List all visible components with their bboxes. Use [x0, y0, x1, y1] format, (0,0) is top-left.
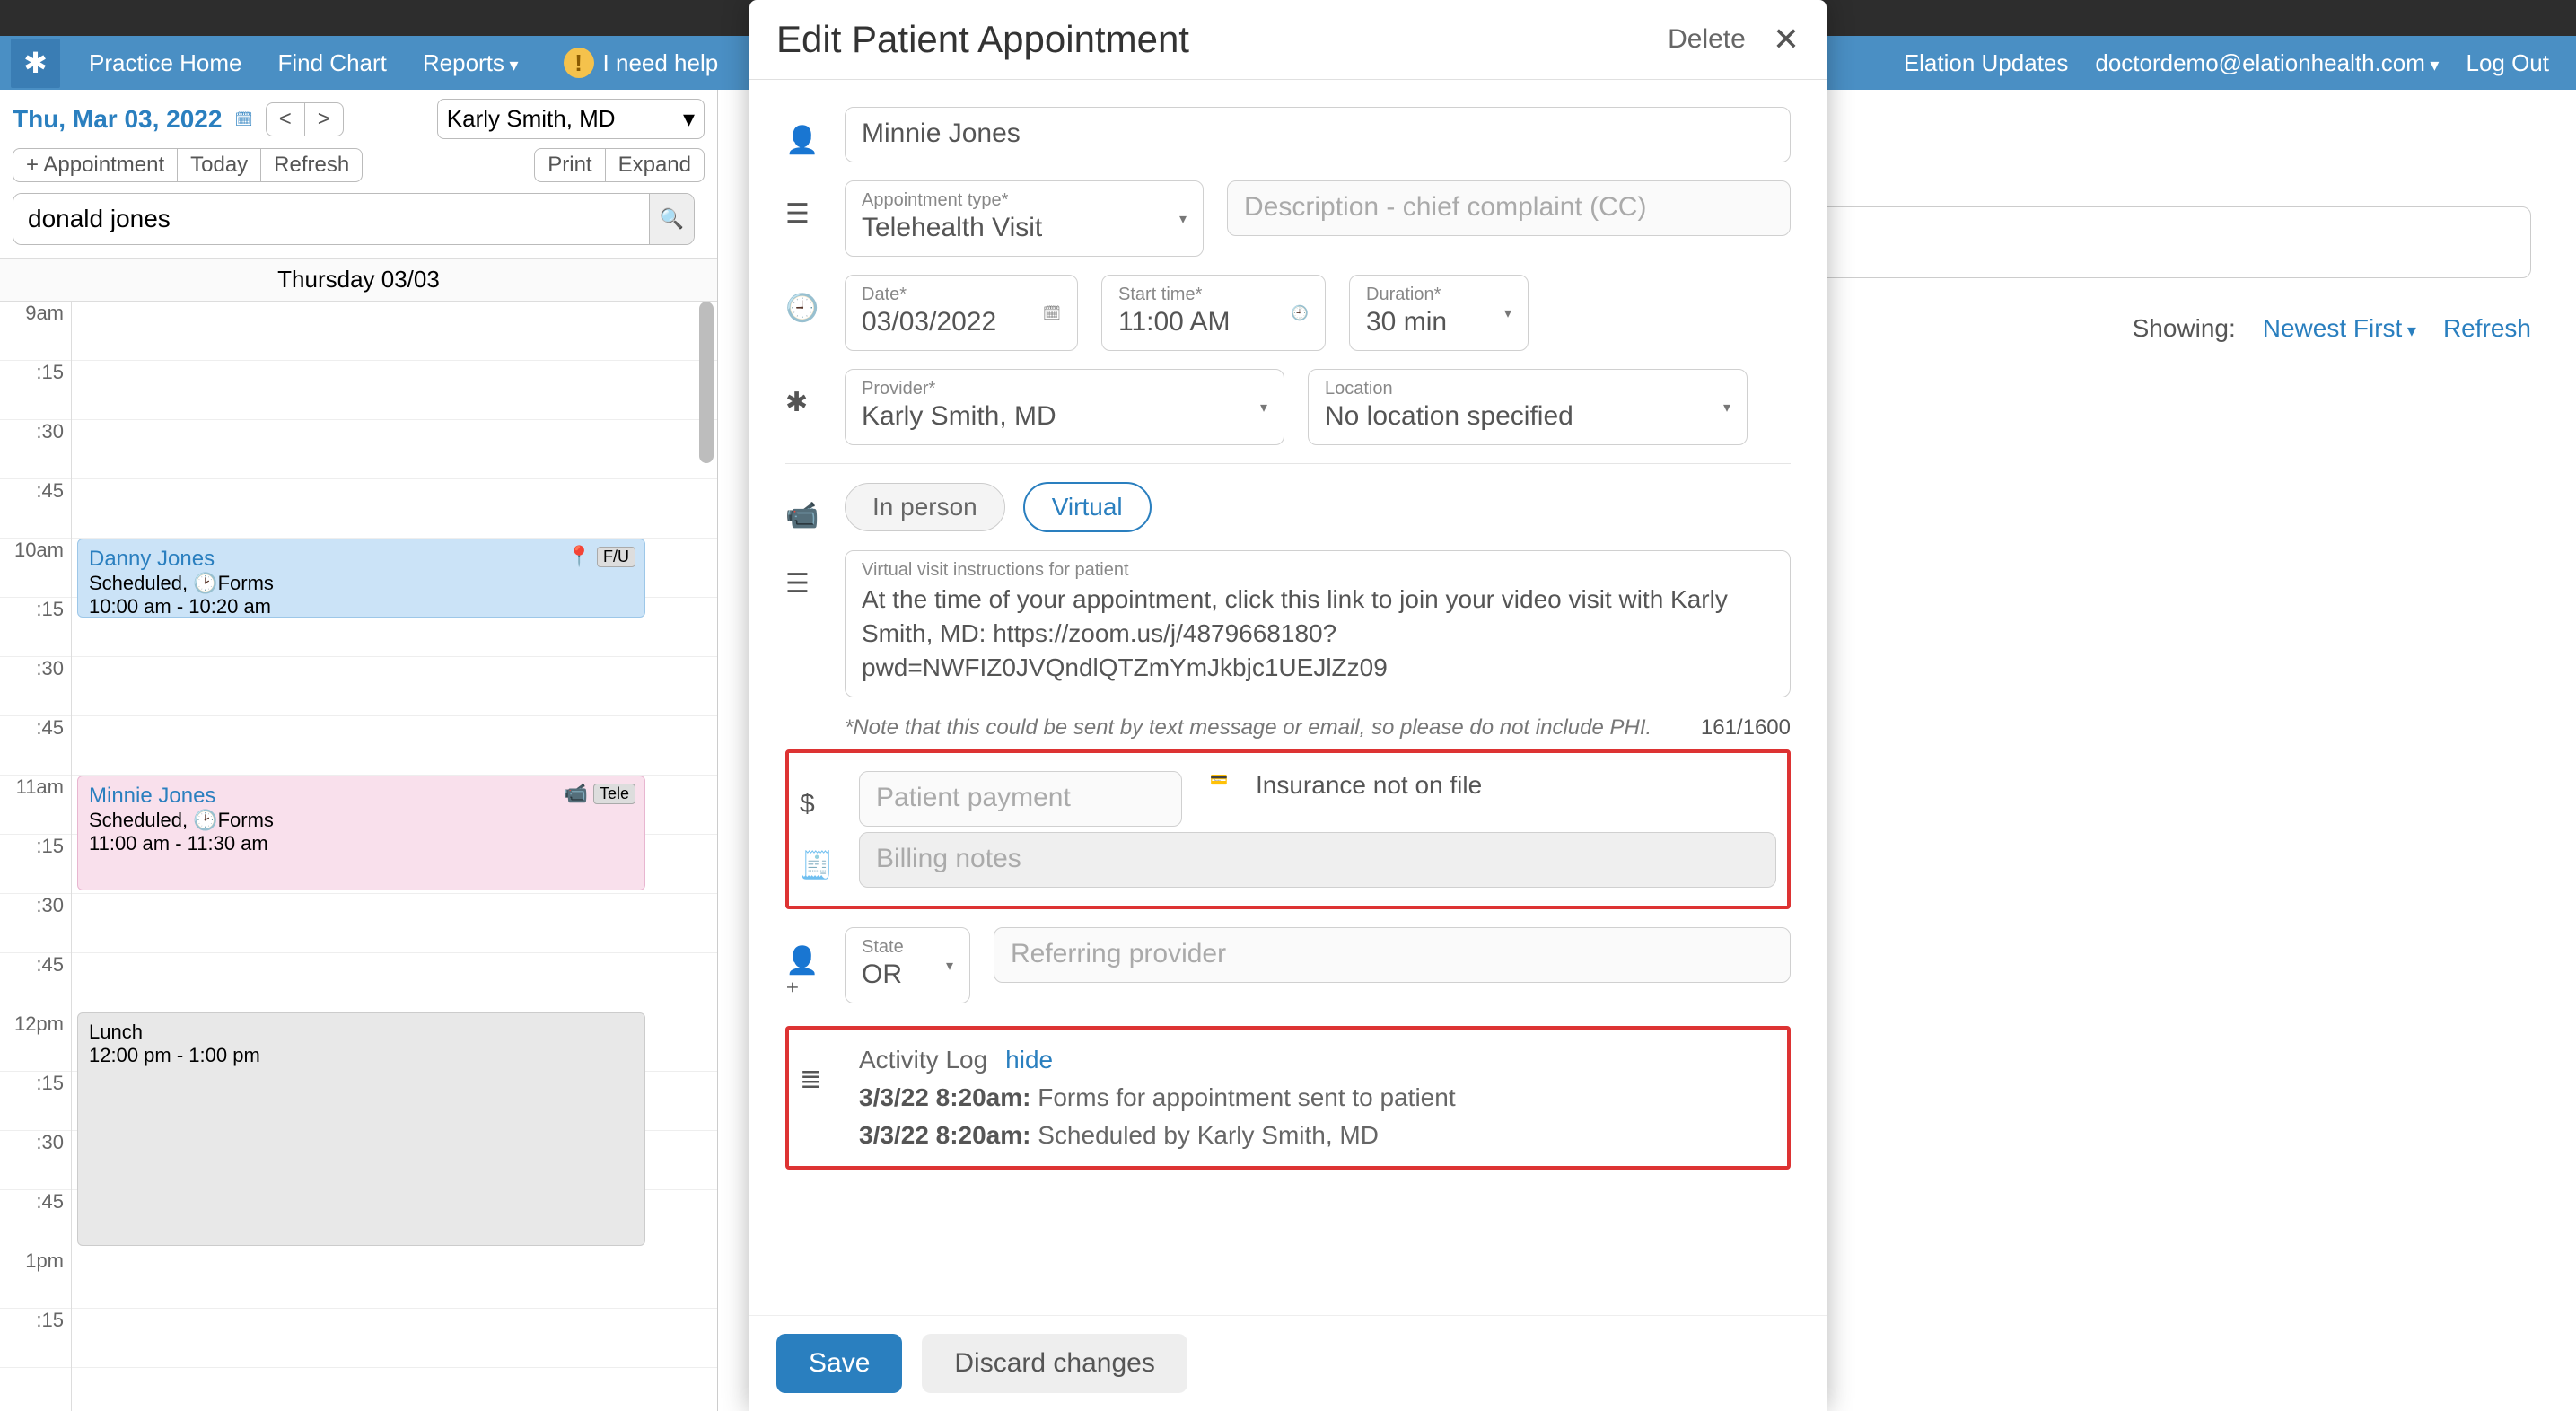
instructions-label: Virtual visit instructions for patient: [862, 560, 1774, 581]
modal-title: Edit Patient Appointment: [776, 18, 1189, 61]
activity-log-entry: 3/3/22 8:20am: Scheduled by Karly Smith,…: [859, 1121, 1776, 1150]
state-value: OR: [862, 960, 953, 990]
log-text: Forms for appointment sent to patient: [1038, 1083, 1455, 1111]
card-icon: 💳: [1205, 771, 1232, 789]
patient-value: Minnie Jones: [862, 118, 1774, 149]
activity-log-highlight: ≣ Activity Log hide 3/3/22 8:20am: Forms…: [785, 1026, 1791, 1170]
clock-icon: 🕘: [1291, 304, 1309, 322]
start-time-value: 11:00 AM: [1118, 307, 1309, 337]
description-placeholder: Description - chief complaint (CC): [1244, 192, 1774, 223]
insurance-status: Insurance not on file: [1256, 771, 1482, 800]
location-label: Location: [1325, 379, 1730, 399]
virtual-pill[interactable]: Virtual: [1023, 482, 1152, 532]
list-icon: ☰: [785, 180, 821, 230]
appointment-type-label: Appointment type*: [862, 190, 1187, 211]
duration-label: Duration*: [1366, 285, 1511, 305]
log-icon: ≣: [800, 1046, 836, 1095]
location-field[interactable]: Location No location specified ▾: [1308, 369, 1748, 445]
state-label: State: [862, 937, 953, 958]
referring-provider-field[interactable]: Referring provider: [994, 927, 1791, 983]
instructions-value: At the time of your appointment, click t…: [862, 583, 1774, 684]
discard-button[interactable]: Discard changes: [922, 1334, 1187, 1393]
edit-appointment-modal: Edit Patient Appointment Delete ✕ 👤 Minn…: [749, 0, 1827, 1411]
calendar-icon: 🗓: [1043, 304, 1061, 322]
date-field[interactable]: Date* 03/03/2022 🗓: [845, 275, 1078, 351]
provider-icon: ✱: [785, 369, 821, 418]
log-timestamp: 3/3/22 8:20am:: [859, 1083, 1030, 1111]
video-icon: 📹: [785, 482, 821, 531]
start-time-field[interactable]: Start time* 11:00 AM 🕘: [1101, 275, 1326, 351]
billing-notes-placeholder: Billing notes: [876, 844, 1759, 874]
notes-icon: ☰: [785, 550, 821, 600]
chevron-down-icon: ▾: [1723, 399, 1730, 416]
location-value: No location specified: [1325, 401, 1730, 432]
start-time-label: Start time*: [1118, 285, 1309, 305]
phi-note: *Note that this could be sent by text me…: [845, 715, 1652, 741]
log-timestamp: 3/3/22 8:20am:: [859, 1121, 1030, 1149]
clock-icon: 🕘: [785, 275, 821, 324]
in-person-pill[interactable]: In person: [845, 483, 1005, 531]
patient-field[interactable]: Minnie Jones: [845, 107, 1791, 162]
description-field[interactable]: Description - chief complaint (CC): [1227, 180, 1791, 236]
duration-field[interactable]: Duration* 30 min ▾: [1349, 275, 1529, 351]
referral-icon: 👤⁺: [785, 927, 821, 1008]
date-value: 03/03/2022: [862, 307, 1061, 337]
billing-icon: 🧾: [800, 832, 836, 881]
chevron-down-icon: ▾: [946, 957, 953, 975]
hide-log-link[interactable]: hide: [1005, 1046, 1053, 1074]
patient-payment-field[interactable]: Patient payment: [859, 771, 1182, 827]
save-button[interactable]: Save: [776, 1334, 902, 1393]
provider-label: Provider*: [862, 379, 1267, 399]
chevron-down-icon: ▾: [1504, 304, 1511, 322]
activity-log-label: Activity Log: [859, 1046, 987, 1074]
appointment-type-value: Telehealth Visit: [862, 213, 1187, 243]
appointment-type-field[interactable]: Appointment type* Telehealth Visit ▾: [845, 180, 1204, 257]
instructions-field[interactable]: Virtual visit instructions for patient A…: [845, 550, 1791, 697]
duration-value: 30 min: [1366, 307, 1511, 337]
chevron-down-icon: ▾: [1179, 210, 1187, 228]
delete-button[interactable]: Delete: [1668, 24, 1746, 55]
person-icon: 👤: [785, 107, 821, 156]
close-icon[interactable]: ✕: [1773, 21, 1800, 58]
provider-value: Karly Smith, MD: [862, 401, 1267, 432]
provider-field[interactable]: Provider* Karly Smith, MD ▾: [845, 369, 1284, 445]
chevron-down-icon: ▾: [1260, 399, 1267, 416]
dollar-icon: $: [800, 771, 836, 819]
activity-log-entry: 3/3/22 8:20am: Forms for appointment sen…: [859, 1083, 1776, 1112]
char-count: 161/1600: [1701, 715, 1791, 741]
billing-highlight: $ Patient payment 💳 Insurance not on fil…: [785, 749, 1791, 909]
date-label: Date*: [862, 285, 1061, 305]
patient-payment-placeholder: Patient payment: [876, 783, 1165, 813]
state-field[interactable]: State OR ▾: [845, 927, 970, 1003]
log-text: Scheduled by Karly Smith, MD: [1038, 1121, 1379, 1149]
referring-provider-placeholder: Referring provider: [1011, 939, 1774, 969]
billing-notes-field[interactable]: Billing notes: [859, 832, 1776, 888]
